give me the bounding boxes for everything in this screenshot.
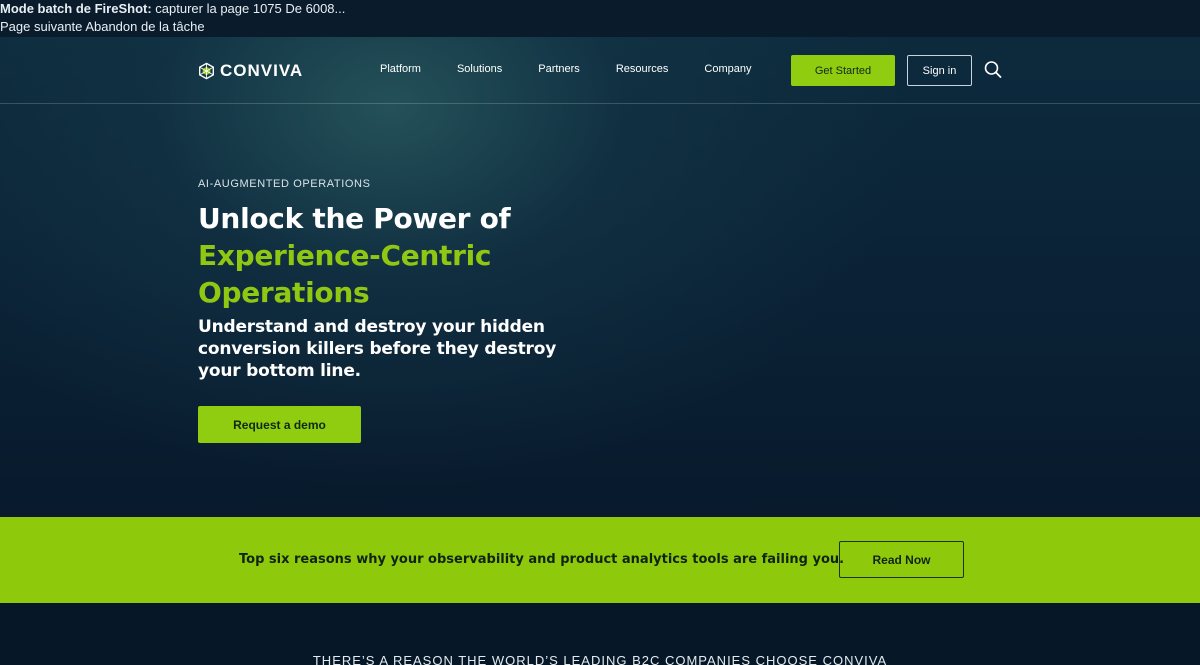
fireshot-abort-link[interactable]: Abandon de la tâche: [85, 19, 204, 34]
hero-subhead: Understand and destroy your hidden conve…: [198, 317, 557, 381]
hero-headline: Unlock the Power of Experience-Centric O…: [198, 200, 618, 311]
nav-item-partners[interactable]: Partners: [538, 63, 580, 75]
request-demo-button[interactable]: Request a demo: [198, 406, 361, 443]
get-started-button[interactable]: Get Started: [791, 55, 895, 86]
fireshot-title: Mode batch de FireShot: capturer la page…: [0, 0, 1200, 18]
hero-headline-accent-1: Experience-Centric: [198, 239, 492, 272]
hero-section: CONVIVA Platform Solutions Partners Reso…: [0, 37, 1200, 517]
nav-item-company[interactable]: Company: [704, 63, 751, 75]
logo[interactable]: CONVIVA: [198, 61, 303, 81]
search-button[interactable]: [984, 60, 1002, 80]
hero-eyebrow: AI-AUGMENTED OPERATIONS: [198, 178, 371, 190]
fireshot-title-bold: Mode batch de FireShot:: [0, 1, 152, 16]
main-nav: Platform Solutions Partners Resources Co…: [380, 63, 751, 75]
nav-item-resources[interactable]: Resources: [616, 63, 669, 75]
customers-heading: THERE’S A REASON THE WORLD’S LEADING B2C…: [312, 653, 888, 665]
hero-headline-accent-2: Operations: [198, 276, 370, 309]
sign-in-button[interactable]: Sign in: [907, 55, 972, 86]
hero-headline-line1: Unlock the Power of: [198, 202, 511, 235]
promo-text: Top six reasons why your observability a…: [239, 552, 845, 567]
fireshot-status-bar: Mode batch de FireShot: capturer la page…: [0, 0, 1200, 37]
customers-section: THERE’S A REASON THE WORLD’S LEADING B2C…: [0, 603, 1200, 665]
search-icon: [984, 61, 1002, 78]
conviva-logo-icon: [199, 62, 214, 80]
site-header: CONVIVA Platform Solutions Partners Reso…: [0, 37, 1200, 104]
promo-banner: Top six reasons why your observability a…: [0, 517, 1200, 603]
logo-text: CONVIVA: [220, 61, 304, 80]
read-now-button[interactable]: Read Now: [839, 541, 964, 578]
fireshot-title-rest: capturer la page 1075 De 6008...: [151, 1, 346, 16]
fireshot-actions: Page suivante Abandon de la tâche: [0, 18, 1200, 36]
nav-item-solutions[interactable]: Solutions: [457, 63, 502, 75]
fireshot-next-page-link[interactable]: Page suivante: [0, 19, 82, 34]
nav-item-platform[interactable]: Platform: [380, 63, 421, 75]
